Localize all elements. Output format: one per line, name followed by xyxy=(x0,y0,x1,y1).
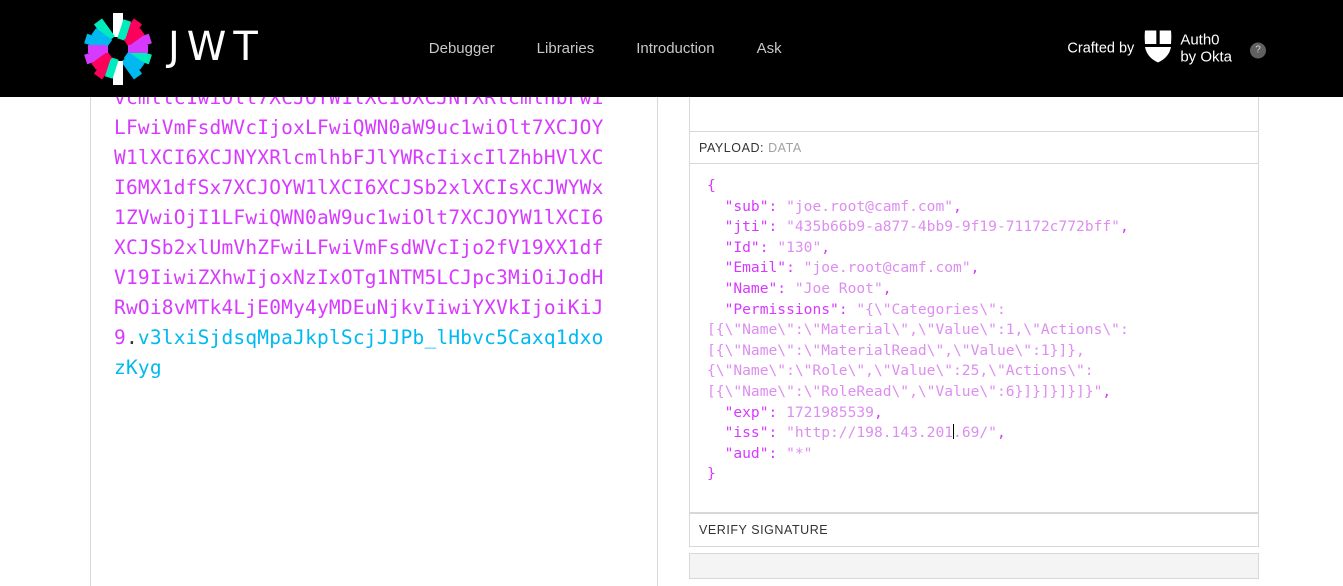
json-value-exp: 1721985539 xyxy=(786,403,874,421)
question-mark-icon[interactable]: ? xyxy=(1250,42,1266,59)
json-value-iss-after-caret: .69/" xyxy=(953,424,997,442)
json-key-permissions: "Permissions" xyxy=(724,300,839,318)
json-value-sub: "joe.root@camf.com" xyxy=(786,197,954,215)
json-key-name: "Name" xyxy=(724,279,778,297)
json-key-exp: "exp" xyxy=(724,403,769,421)
auth0-logo: Auth0 by Okta xyxy=(1143,29,1232,68)
token-signature-segment: v3lxiSjdsqMpaJkplScjJJPb_lHbvc5Caxq1dxoz… xyxy=(114,326,604,379)
auth0-text: Auth0 by Okta xyxy=(1180,32,1232,66)
json-key-id: "Id" xyxy=(724,238,760,256)
payload-section-label: PAYLOAD: DATA xyxy=(690,131,1258,163)
crafted-by-auth0[interactable]: Crafted by Auth0 by Okta ? xyxy=(1067,29,1266,68)
payload-json-code[interactable]: { "sub": "joe.root@camf.com", "jti": "43… xyxy=(690,176,1258,485)
nav-item-ask[interactable]: Ask xyxy=(757,40,782,57)
nav-item-debugger[interactable]: Debugger xyxy=(429,40,495,57)
token-separator: . xyxy=(125,326,138,349)
payload-label-muted: DATA xyxy=(768,141,802,155)
main-nav: Debugger Libraries Introduction Ask xyxy=(429,40,782,57)
nav-item-introduction[interactable]: Introduction xyxy=(636,40,714,57)
json-comma-jti: , xyxy=(1119,218,1129,236)
json-value-jti: "435b66b9-a877-4bb9-9f19-71172c772bff" xyxy=(786,218,1120,236)
jwt-wordmark: JWT xyxy=(168,23,265,70)
debugger-stage: M1cyYzc3MmJmZ1IsIkIkIjoiMTMwIiwiRWThaWwi… xyxy=(0,0,1343,586)
json-comma-iss: , xyxy=(996,424,1006,442)
json-value-id: "130" xyxy=(777,238,822,256)
auth0-sub: by Okta xyxy=(1180,48,1232,66)
nav-item-libraries[interactable]: Libraries xyxy=(537,40,595,57)
json-key-sub: "sub" xyxy=(724,197,769,215)
json-close-brace: } xyxy=(707,465,716,483)
json-comma-email: , xyxy=(970,259,980,277)
payload-label-text: PAYLOAD: xyxy=(699,141,765,155)
json-comma-id: , xyxy=(821,238,831,256)
auth0-name: Auth0 xyxy=(1180,31,1220,49)
json-open-brace: { xyxy=(707,177,716,194)
json-key-email: "Email" xyxy=(724,259,787,277)
verify-signature-section: VERIFY SIGNATURE xyxy=(689,513,1259,547)
verify-signature-label: VERIFY SIGNATURE xyxy=(690,513,1258,546)
brand[interactable]: JWT xyxy=(84,12,265,85)
crafted-by-label: Crafted by xyxy=(1067,40,1135,57)
json-value-iss-before-caret: "http://198.143.201 xyxy=(786,424,954,442)
json-comma-name: , xyxy=(882,279,892,297)
json-value-email: "joe.root@camf.com" xyxy=(803,259,971,277)
payload-section: PAYLOAD: DATA { "sub": "joe.root@camf.co… xyxy=(689,131,1259,513)
payload-body[interactable]: { "sub": "joe.root@camf.com", "jti": "43… xyxy=(690,163,1258,512)
json-key-aud: "aud" xyxy=(724,444,769,462)
auth0-shield-icon xyxy=(1143,29,1173,68)
json-comma-exp: , xyxy=(873,403,883,421)
json-value-aud: "*" xyxy=(786,444,813,462)
json-value-name: "Joe Root" xyxy=(794,279,883,297)
json-comma-sub: , xyxy=(953,197,962,215)
json-comma-permissions: , xyxy=(1102,382,1112,400)
json-key-iss: "iss" xyxy=(724,424,769,442)
verify-signature-body[interactable] xyxy=(689,553,1259,579)
json-key-jti: "jti" xyxy=(724,218,769,236)
site-header: JWT Debugger Libraries Introduction Ask … xyxy=(0,0,1343,97)
jwt-starburst-icon xyxy=(84,12,152,85)
